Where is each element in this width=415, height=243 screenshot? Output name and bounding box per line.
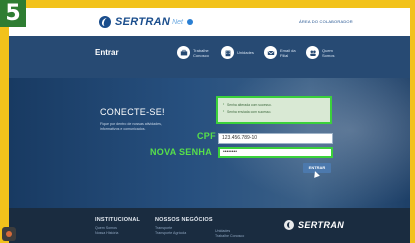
nav-label: Unidades	[237, 50, 254, 55]
footer-link[interactable]: Unidades	[215, 229, 244, 233]
app-corner-icon	[2, 227, 16, 241]
logo-mark-icon	[284, 220, 294, 230]
new-password-label: NOVA SENHA	[150, 147, 213, 157]
site-logo[interactable]: SERTRAN Net	[99, 15, 193, 29]
footer-logo: SERTRAN	[284, 220, 344, 230]
nav-item-quem-somos[interactable]: Quem Somos	[306, 46, 344, 59]
footer-link[interactable]: Trabalhe Conosco	[215, 234, 244, 238]
message-item: Senha enviada com sucesso.	[223, 109, 330, 114]
nav-label: Trabalhe Conosco	[193, 47, 209, 58]
new-password-input[interactable]: ••••••••	[218, 147, 333, 158]
footer-col-negocios: NOSSOS NEGÓCIOS Transporte Transporte Ag…	[155, 217, 213, 235]
site-footer: INSTITUCIONAL Quem Somos Nossa História …	[9, 208, 410, 243]
footer-link[interactable]: Transporte	[155, 226, 213, 230]
nav-item-unidades[interactable]: Unidades	[221, 46, 259, 59]
logo-text: SERTRAN	[115, 16, 171, 28]
cpf-input[interactable]: 123.456.789-10	[218, 133, 333, 144]
footer-col-more: Unidades Trabalhe Conosco	[215, 226, 244, 238]
footer-link[interactable]: Transporte Agrícola	[155, 231, 213, 235]
step-badge: 5	[0, 0, 26, 27]
logo-mark-icon	[99, 16, 111, 28]
briefcase-icon	[177, 46, 190, 59]
footer-link[interactable]: Quem Somos	[95, 226, 140, 230]
nav-item-email-filial[interactable]: Email da Filial	[264, 46, 302, 59]
success-messages: Senha alterada com sucesso. Senha enviad…	[216, 96, 332, 124]
nav-label: Quem Somos	[322, 47, 335, 58]
nav-bar: Entrar Trabalhe Conosco Unidades Email d…	[9, 36, 410, 78]
site-header: SERTRAN Net ÁREA DO COLABORADOR	[9, 8, 410, 36]
footer-heading: NOSSOS NEGÓCIOS	[155, 217, 213, 223]
footer-col-institucional: INSTITUCIONAL Quem Somos Nossa História	[95, 217, 140, 235]
connect-description: Fique por dentro de nossas atividades, i…	[100, 122, 162, 131]
logo-subtext: Net	[172, 18, 183, 26]
cpf-label: CPF	[197, 131, 216, 141]
footer-logo-text: SERTRAN	[298, 220, 345, 230]
connect-title: CONECTE-SE!	[100, 107, 165, 117]
logo-dot-icon	[186, 19, 193, 25]
nav-label: Email da Filial	[280, 47, 296, 58]
login-section: CONECTE-SE! Fique por dentro de nossas a…	[9, 78, 410, 208]
people-icon	[306, 46, 319, 59]
footer-link[interactable]: Nossa História	[95, 231, 140, 235]
page-title: Entrar	[95, 48, 119, 57]
nav-item-trabalhe-conosco[interactable]: Trabalhe Conosco	[177, 46, 215, 59]
employee-area-link[interactable]: ÁREA DO COLABORADOR	[299, 19, 353, 24]
building-icon	[221, 46, 234, 59]
footer-heading: INSTITUCIONAL	[95, 217, 141, 223]
browser-screen: SERTRAN Net ÁREA DO COLABORADOR Entrar T…	[9, 8, 410, 243]
message-item: Senha alterada com sucesso.	[223, 102, 330, 107]
mail-icon	[264, 46, 277, 59]
outer-frame: 5 SERTRAN Net ÁREA DO COLABORADOR Entrar…	[0, 0, 415, 243]
